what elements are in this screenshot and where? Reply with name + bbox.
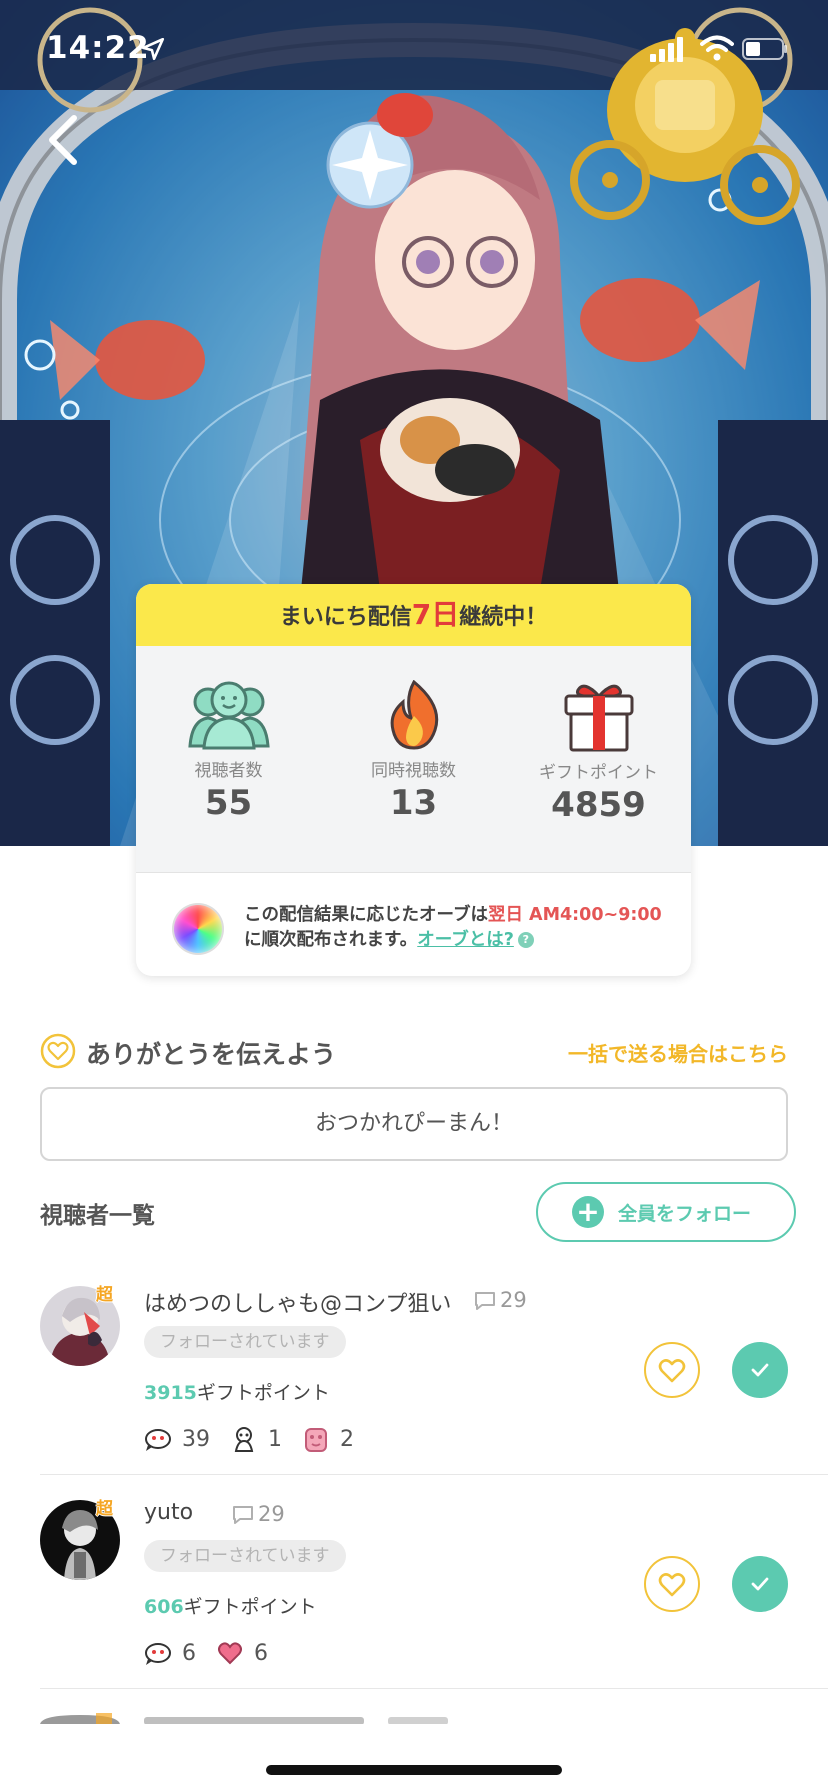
send-heart-button[interactable]: [644, 1342, 700, 1398]
viewer-name[interactable]: yuto: [144, 1500, 193, 1525]
viewer-gift-points-value: 606: [144, 1596, 184, 1618]
comment-icon: [233, 1506, 253, 1524]
thanks-message-input[interactable]: おつかれぴーまん！: [40, 1087, 788, 1161]
orb-icon: [174, 905, 222, 953]
follow-all-button[interactable]: + 全員をフォロー: [536, 1182, 796, 1242]
stat-viewers-label: 視聴者数: [194, 761, 263, 781]
comment-count-value: 29: [500, 1288, 527, 1312]
send-heart-button[interactable]: [644, 1556, 700, 1612]
heart-outline-icon: [40, 1033, 76, 1069]
flame-icon: [390, 680, 438, 750]
gift-item: 39: [144, 1425, 210, 1453]
help-icon[interactable]: ?: [517, 932, 534, 948]
signal-icon: [650, 37, 683, 62]
gift-list: 6 6: [144, 1638, 274, 1668]
check-icon: [751, 1363, 769, 1377]
location-arrow-icon: [141, 37, 165, 61]
viewers-title: 視聴者一覧: [40, 1203, 155, 1229]
battery-icon: [742, 38, 787, 60]
gift-count: 1: [268, 1426, 282, 1452]
gift-count: 39: [182, 1426, 210, 1452]
pink-bear-gift-icon: [305, 1428, 327, 1452]
viewer-name[interactable]: はめつのししゃも@コンプ狙い: [144, 1286, 451, 1318]
viewer-gift-points-suffix: ギフトポイント: [183, 1596, 317, 1618]
comment-count: 29: [474, 1288, 527, 1312]
follows-you-badge: フォローされています: [144, 1540, 346, 1572]
wifi-icon: [700, 35, 734, 61]
stat-viewers: 視聴者数 55: [136, 680, 321, 823]
heart-icon: [658, 1573, 686, 1597]
plus-icon: +: [572, 1196, 604, 1228]
skull-gift-icon: [234, 1427, 254, 1452]
follow-all-label: 全員をフォロー: [618, 1203, 752, 1225]
viewers-icon: [187, 681, 270, 750]
bulk-send-link[interactable]: 一括で送る場合はこちら: [568, 1038, 788, 1067]
gift-icon: [564, 684, 633, 752]
viewer-gift-points-suffix: ギフトポイント: [196, 1382, 330, 1404]
what-is-orb-link[interactable]: オーブとは?: [417, 930, 514, 950]
streak-days: 7日: [411, 598, 460, 631]
gift-item: 6: [144, 1639, 196, 1667]
check-icon: [751, 1577, 769, 1591]
orb-note-line1: この配信結果に応じたオーブは: [244, 905, 488, 925]
stat-concurrent-value: 13: [389, 783, 438, 823]
stat-concurrent-label: 同時視聴数: [371, 761, 456, 781]
gift-list: 39 1 2: [144, 1424, 360, 1454]
stream-result-card: まいにち配信7日継続中！ 視聴者数 55 同時視聴数 13 ギフトポイント 48…: [136, 584, 691, 976]
orb-note-line2: に順次配布されます。: [244, 930, 418, 950]
viewer-row[interactable]: 超 yuto 29 フォローされています 606ギフトポイント 6 6: [0, 1499, 828, 1714]
orb-note: この配信結果に応じたオーブは翌日 AM4:00~9:00 に順次配布されます。オ…: [136, 873, 691, 976]
orb-note-time: 翌日 AM4:00~9:00: [487, 905, 662, 925]
stream-stats: 視聴者数 55 同時視聴数 13 ギフトポイント 4859: [136, 646, 691, 872]
status-bar: 14:22: [0, 0, 828, 100]
stat-concurrent: 同時視聴数 13: [321, 680, 506, 823]
viewer-row[interactable]: 超 はめつのししゃも@コンプ狙い 29 フォローされています 3915ギフトポイ…: [0, 1285, 828, 1500]
streak-banner: まいにち配信7日継続中！: [136, 584, 691, 646]
follows-you-badge: フォローされています: [144, 1326, 346, 1358]
tier-badge: 超: [96, 1499, 113, 1519]
heart-gift-icon: [218, 1642, 242, 1665]
viewer-gift-points: 606ギフトポイント: [144, 1592, 317, 1619]
gift-item: 2: [302, 1425, 354, 1453]
row-divider: [40, 1688, 828, 1689]
comment-icon: [475, 1292, 495, 1310]
followed-check-button[interactable]: [732, 1556, 788, 1612]
orb-note-text: この配信結果に応じたオーブは翌日 AM4:00~9:00 に順次配布されます。オ…: [244, 903, 662, 953]
back-button[interactable]: [40, 112, 90, 168]
viewer-row-partial[interactable]: [0, 1710, 828, 1724]
viewer-gift-points: 3915ギフトポイント: [144, 1378, 330, 1405]
gift-item: 6: [216, 1639, 268, 1667]
gift-count: 6: [182, 1640, 196, 1666]
row-divider: [40, 1474, 828, 1475]
gift-count: 6: [254, 1640, 268, 1666]
status-time: 14:22: [46, 30, 150, 66]
viewer-gift-points-value: 3915: [144, 1382, 197, 1404]
stat-gift-points: ギフトポイント 4859: [506, 680, 691, 825]
clipped-row-glimpse: [40, 1713, 448, 1724]
comment-count: 29: [232, 1502, 285, 1526]
home-indicator: [266, 1765, 562, 1775]
gift-count: 2: [340, 1426, 354, 1452]
followed-check-button[interactable]: [732, 1342, 788, 1398]
stat-gift-points-value: 4859: [551, 785, 646, 825]
stat-gift-points-label: ギフトポイント: [539, 763, 658, 783]
tier-badge: 超: [96, 1285, 113, 1305]
streak-banner-prefix: まいにち配信: [279, 605, 412, 630]
ghost-gift-icon: [145, 1643, 171, 1665]
comment-count-value: 29: [258, 1502, 285, 1526]
heart-icon: [658, 1359, 686, 1383]
thanks-title: ありがとうを伝えよう: [86, 1040, 337, 1069]
gift-item: 1: [230, 1425, 282, 1453]
streak-banner-suffix: 継続中！: [459, 605, 548, 630]
ghost-gift-icon: [145, 1429, 171, 1451]
thanks-header: ありがとうを伝えよう 一括で送る場合はこちら: [40, 1032, 788, 1072]
stat-viewers-value: 55: [204, 783, 253, 823]
